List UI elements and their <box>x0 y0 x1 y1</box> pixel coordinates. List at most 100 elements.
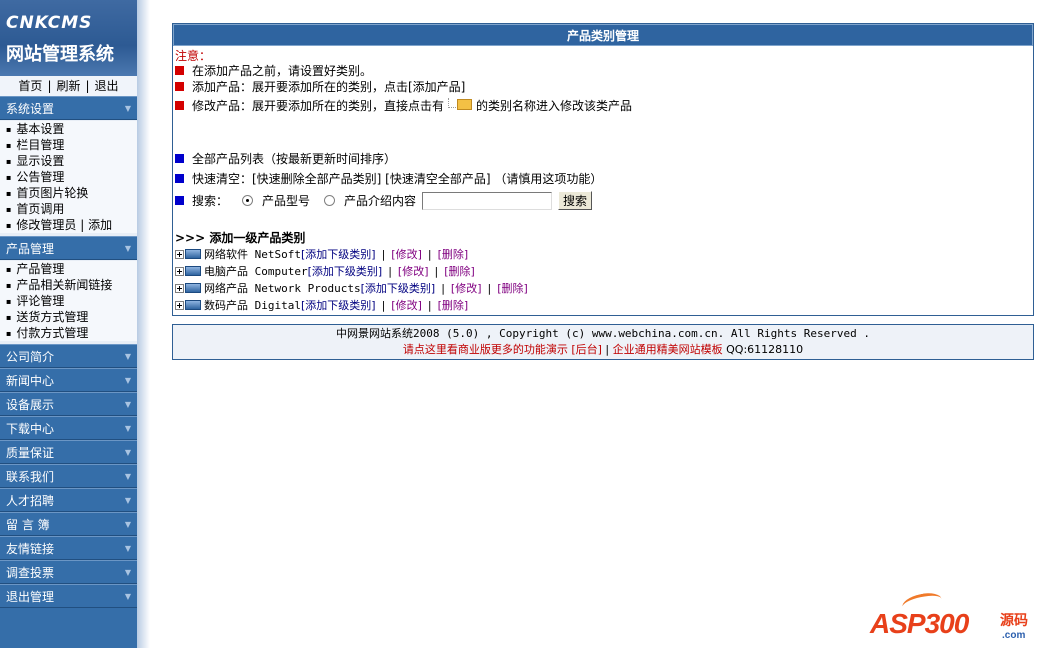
menu-section[interactable]: 下载中心 ▼ <box>0 416 137 440</box>
menu-section[interactable]: 调查投票 ▼ <box>0 560 137 584</box>
expand-icon[interactable] <box>175 249 184 259</box>
backend-link[interactable]: [后台] <box>571 343 602 356</box>
submenu-item[interactable]: 评论管理 <box>0 293 137 309</box>
add-subcategory-link[interactable]: [添加下级类别] <box>308 263 383 279</box>
category-row: 网络产品 Network Products [添加下级类别] | [修改] | [删… <box>175 280 528 296</box>
tip-row: 修改产品：展开要添加所在的类别，直接点击有 的类别名称进入修改该类产品 <box>175 96 632 114</box>
tip-text: 在添加产品之前，请设置好类别。 <box>192 64 373 78</box>
menu-section[interactable]: 联系我们 ▼ <box>0 464 137 488</box>
promo-link[interactable]: 请点这里看商业版更多的功能演示 <box>403 343 568 356</box>
menu-label: 设备展示 <box>6 398 55 412</box>
category-name[interactable]: 网络软件 NetSoft <box>204 246 301 262</box>
submenu-item[interactable]: 公告管理 <box>0 169 137 185</box>
category-name[interactable]: 电脑产品 Computer <box>204 263 308 279</box>
category-name[interactable]: 网络产品 Network Products <box>204 280 361 296</box>
menu-label: 新闻中心 <box>6 374 55 388</box>
menu-system-settings[interactable]: 系统设置 ▼ <box>0 96 137 120</box>
submenu-item[interactable]: 栏目管理 <box>0 137 137 153</box>
chevron-down-icon: ▼ <box>124 244 131 253</box>
menu-label: 人才招聘 <box>6 494 55 508</box>
logo-text-cn: 网站管理系统 <box>6 44 114 65</box>
delete-link[interactable]: [删除] <box>438 297 469 313</box>
footer: 中网景网站系统2008 (5.0) , Copyright (c) www.we… <box>172 324 1034 360</box>
submenu-item[interactable]: 基本设置 <box>0 121 137 137</box>
submenu-item[interactable]: 产品相关新闻链接 <box>0 277 137 293</box>
edit-link[interactable]: [修改] <box>391 246 422 262</box>
add-category-heading[interactable]: >>> 添加一级产品类别 <box>175 229 305 246</box>
menu-section[interactable]: 人才招聘 ▼ <box>0 488 137 512</box>
expand-icon[interactable] <box>175 266 184 276</box>
expand-icon[interactable] <box>175 283 184 293</box>
menu-section[interactable]: 新闻中心 ▼ <box>0 368 137 392</box>
menu-label: 公司简介 <box>6 350 55 364</box>
quick-clear-links[interactable]: 快速清空：[快速删除全部产品类别] [快速清空全部产品] （请慎用这项功能） <box>192 170 602 187</box>
separator: | <box>605 343 610 356</box>
submenu-item[interactable]: 产品管理 <box>0 261 137 277</box>
bullet-icon <box>175 174 184 183</box>
tip-row: 在添加产品之前，请设置好类别。 <box>175 62 372 79</box>
logo-text-en: CNKCMS <box>6 13 93 33</box>
delete-link[interactable]: [删除] <box>497 280 528 296</box>
category-icon <box>185 249 201 259</box>
add-subcategory-link[interactable]: [添加下级类别] <box>361 280 436 296</box>
watermark-brand: ASP300 <box>870 608 969 639</box>
edit-link[interactable]: [修改] <box>451 280 482 296</box>
menu-label: 调查投票 <box>6 566 55 580</box>
menu-section[interactable]: 友情链接 ▼ <box>0 536 137 560</box>
home-link[interactable]: 首页 <box>18 79 42 93</box>
bullet-icon <box>175 66 184 75</box>
submenu-item[interactable]: 首页调用 <box>0 201 137 217</box>
refresh-link[interactable]: 刷新 <box>56 79 80 93</box>
qq-text: QQ:61128110 <box>726 343 804 356</box>
quick-clear-row: 快速清空：[快速删除全部产品类别] [快速清空全部产品] （请慎用这项功能） <box>175 170 602 187</box>
search-label: 搜索： <box>192 194 229 208</box>
logout-link[interactable]: 退出 <box>95 79 119 93</box>
menu-section[interactable]: 退出管理 ▼ <box>0 584 137 608</box>
category-name[interactable]: 数码产品 Digital <box>204 297 301 313</box>
edit-link[interactable]: [修改] <box>391 297 422 313</box>
templates-link[interactable]: 企业通用精美网站模板 <box>613 343 723 356</box>
expand-icon[interactable] <box>175 300 184 310</box>
edit-link[interactable]: [修改] <box>398 263 429 279</box>
category-row: 电脑产品 Computer [添加下级类别] | [修改] | [删除] <box>175 263 475 279</box>
submenu-item[interactable]: 显示设置 <box>0 153 137 169</box>
delete-link[interactable]: [删除] <box>444 263 475 279</box>
menu-label: 下载中心 <box>6 422 55 436</box>
radio-intro[interactable] <box>324 195 336 206</box>
chevron-down-icon: ▼ <box>124 448 131 457</box>
submenu-item[interactable]: 首页图片轮换 <box>0 185 137 201</box>
bullet-icon <box>175 154 184 163</box>
menu-section[interactable]: 公司简介 ▼ <box>0 344 137 368</box>
menu-section[interactable]: 质量保证 ▼ <box>0 440 137 464</box>
submenu-item[interactable]: 付款方式管理 <box>0 325 137 341</box>
chevron-down-icon: ▼ <box>124 520 131 529</box>
submenu-item[interactable]: 修改管理员 | 添加 <box>0 217 137 233</box>
chevron-down-icon: ▼ <box>124 424 131 433</box>
watermark-logo: ASP300 源码 .com <box>868 590 1036 648</box>
menu-section[interactable]: 留 言 簿 ▼ <box>0 512 137 536</box>
sidebar: CNKCMS 网站管理系统 首页|刷新|退出 系统设置 ▼ 基本设置 栏目管理 显… <box>0 0 150 648</box>
all-products-row: 全部产品列表（按最新更新时间排序） <box>175 150 396 167</box>
add-subcategory-link[interactable]: [添加下级类别] <box>301 297 376 313</box>
category-icon <box>185 266 201 276</box>
delete-link[interactable]: [删除] <box>438 246 469 262</box>
menu-label: 退出管理 <box>6 590 55 604</box>
search-button[interactable]: 搜索 <box>558 191 593 210</box>
chevron-down-icon: ▼ <box>124 592 131 601</box>
tip-text: 修改产品：展开要添加所在的类别，直接点击有 <box>192 98 445 113</box>
submenu-item[interactable]: 送货方式管理 <box>0 309 137 325</box>
chevron-down-icon: ▼ <box>124 352 131 361</box>
search-row: 搜索： 产品型号 产品介绍内容 搜索 <box>175 191 593 210</box>
search-input[interactable] <box>422 191 553 210</box>
chevron-down-icon: ▼ <box>124 400 131 409</box>
menu-label: 联系我们 <box>6 470 55 484</box>
chevron-down-icon: ▼ <box>124 104 131 113</box>
add-subcategory-link[interactable]: [添加下级类别] <box>301 246 376 262</box>
menu-section[interactable]: 设备展示 ▼ <box>0 392 137 416</box>
bullet-icon <box>175 196 184 205</box>
menu-product-management[interactable]: 产品管理 ▼ <box>0 236 137 260</box>
radio-model[interactable] <box>242 195 254 206</box>
folder-icon <box>446 96 474 114</box>
all-products-link[interactable]: 全部产品列表（按最新更新时间排序） <box>192 150 396 167</box>
chevron-down-icon: ▼ <box>124 496 131 505</box>
